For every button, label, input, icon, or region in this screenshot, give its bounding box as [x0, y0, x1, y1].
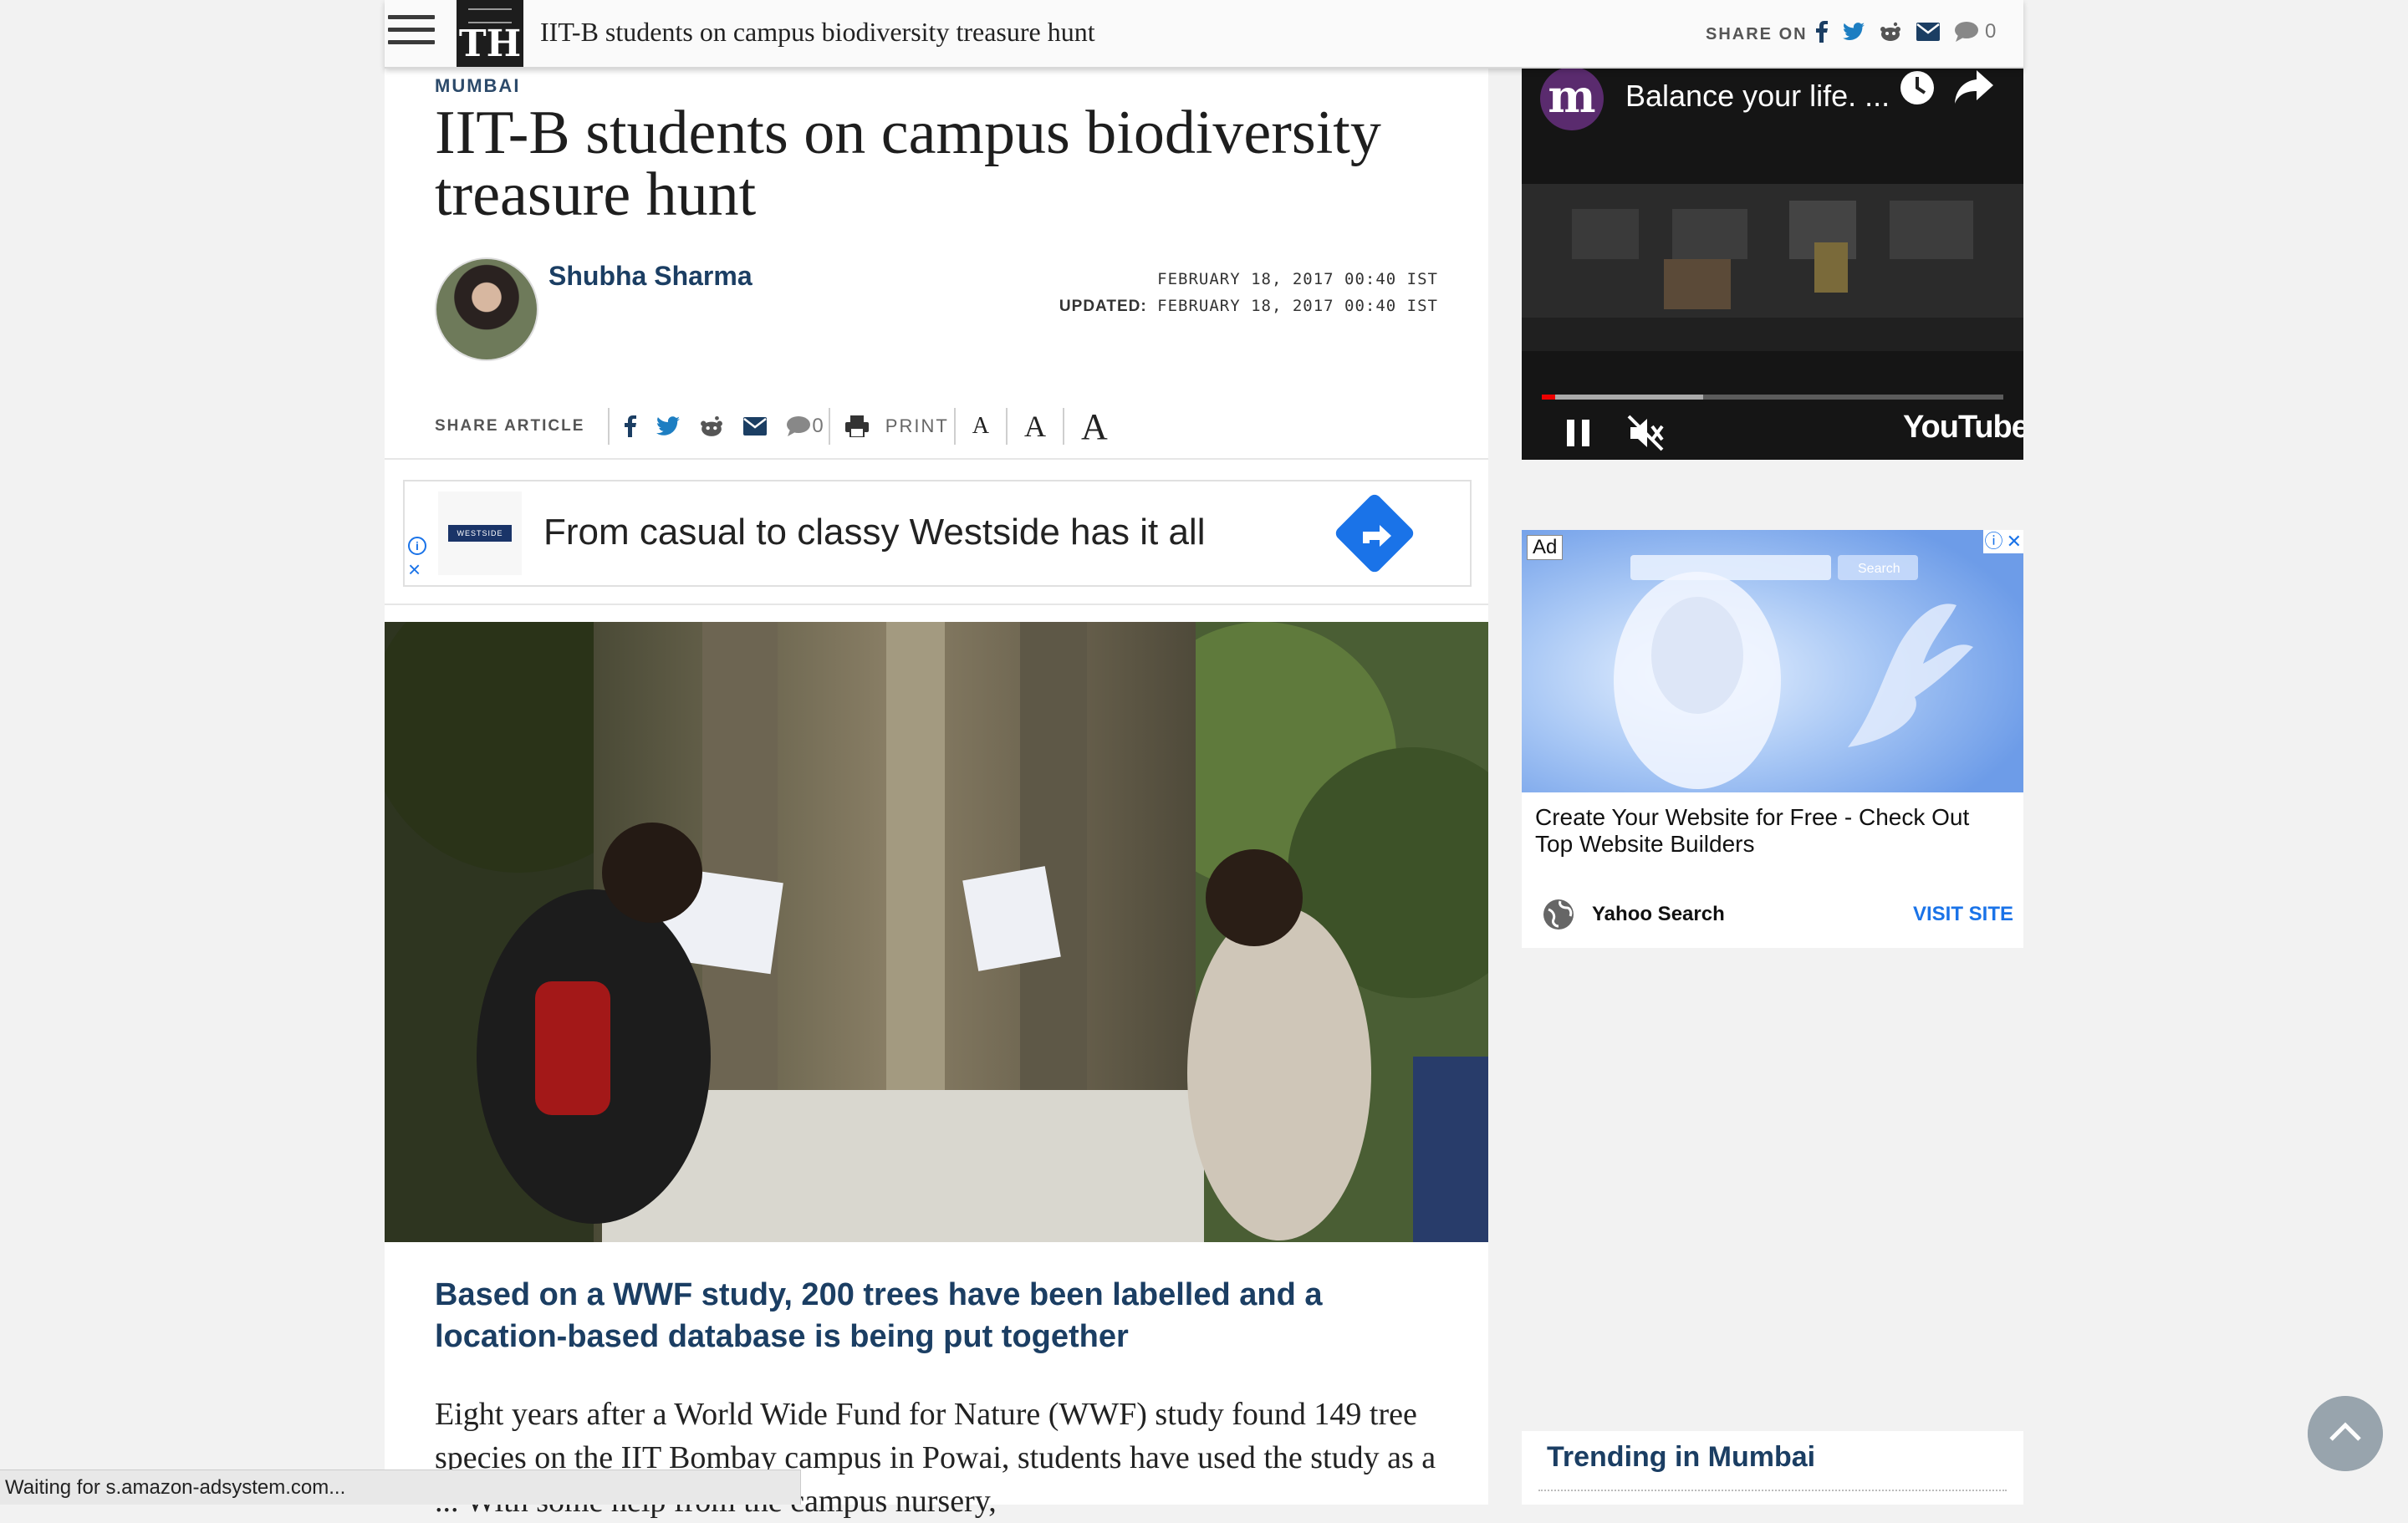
- share-on-label: SHARE ON: [1706, 25, 1808, 43]
- video-player[interactable]: m Balance your life. ... YouTube: [1522, 67, 2023, 460]
- comment-count: 0: [812, 415, 824, 437]
- ad-info-icon[interactable]: i: [408, 537, 426, 555]
- close-icon[interactable]: ✕: [2007, 532, 2022, 552]
- reddit-icon[interactable]: [1880, 22, 1901, 42]
- article-headline: IIT-B students on campus biodiversity tr…: [435, 99, 1381, 229]
- ad-title[interactable]: Create Your Website for Free - Check Out…: [1535, 804, 2012, 858]
- pause-icon[interactable]: [1565, 418, 1592, 448]
- ad-close-icon[interactable]: ×: [408, 558, 421, 580]
- updated-label: UPDATED:: [1059, 298, 1147, 315]
- divider: [1538, 1490, 2007, 1491]
- divider: [828, 408, 830, 445]
- author-name[interactable]: Shubha Sharma: [548, 261, 752, 292]
- video-frame: [1522, 67, 2023, 460]
- updated-date-row: UPDATED: FEBRUARY 18, 2017 00:40 IST: [1059, 293, 1438, 320]
- email-icon[interactable]: [1916, 23, 1940, 41]
- video-buffered: [1542, 395, 1704, 400]
- trending-widget: Trending in Mumbai: [1522, 1431, 2023, 1505]
- video-progress-bar[interactable]: [1542, 395, 2003, 400]
- article-photo: [385, 622, 1488, 1242]
- trending-title[interactable]: Trending in Mumbai: [1547, 1441, 1815, 1474]
- scroll-to-top-button[interactable]: [2308, 1396, 2383, 1471]
- video-title[interactable]: Balance your life. ...: [1625, 79, 1890, 114]
- article-dates: FEBRUARY 18, 2017 00:40 IST UPDATED: FEB…: [1059, 266, 1438, 320]
- channel-logo[interactable]: m: [1540, 67, 1604, 130]
- sticky-header: TH IIT-B students on campus biodiversity…: [385, 0, 2023, 69]
- divider: [953, 408, 956, 445]
- font-size-medium[interactable]: A: [1024, 409, 1046, 444]
- youtube-logo[interactable]: YouTube: [1903, 410, 2023, 446]
- westside-logo: WESTSIDE: [438, 492, 522, 575]
- directions-arrow-icon[interactable]: [1333, 492, 1416, 575]
- comment-icon[interactable]: [1955, 22, 1978, 42]
- watch-later-icon[interactable]: [1896, 67, 1938, 109]
- divider: [385, 604, 1488, 605]
- ad-image[interactable]: Search Ad ⓘ ✕: [1522, 530, 2023, 792]
- native-ad-banner[interactable]: i × WESTSIDE From casual to classy Wests…: [403, 480, 1472, 587]
- visit-site-button[interactable]: VISIT SITE: [1913, 903, 2013, 926]
- divider: [1006, 408, 1008, 445]
- header-article-title: IIT-B students on campus biodiversity tr…: [540, 17, 1095, 47]
- email-icon[interactable]: [743, 417, 768, 436]
- font-size-small[interactable]: A: [972, 413, 989, 440]
- twitter-icon[interactable]: [1843, 23, 1865, 41]
- divider: [385, 458, 1488, 460]
- ad-controls: ⓘ ✕: [1982, 530, 2023, 553]
- share-article-label: SHARE ARTICLE: [435, 417, 585, 435]
- site-logo[interactable]: TH: [457, 0, 523, 67]
- display-ad[interactable]: Search Ad ⓘ ✕ Create Your Website for Fr…: [1522, 530, 2023, 948]
- browser-status-bar: Waiting for s.amazon-adsystem.com...: [0, 1470, 801, 1505]
- comment-icon[interactable]: [787, 416, 811, 436]
- mute-icon[interactable]: [1627, 415, 1666, 451]
- article-summary: Based on a WWF study, 200 trees have bee…: [435, 1277, 1323, 1354]
- divider: [1063, 408, 1065, 445]
- font-size-large[interactable]: A: [1081, 405, 1108, 448]
- divider: [608, 408, 610, 445]
- ad-badge: Ad: [1527, 535, 1564, 560]
- published-date: FEBRUARY 18, 2017 00:40 IST: [1157, 270, 1438, 288]
- article-column: MUMBAI IIT-B students on campus biodiver…: [385, 67, 1488, 1519]
- updated-date: FEBRUARY 18, 2017 00:40 IST: [1157, 297, 1438, 315]
- logo-text: TH: [458, 23, 522, 65]
- share-icon[interactable]: [1953, 69, 1995, 105]
- ad-text: From casual to classy Westside has it al…: [543, 512, 1206, 553]
- ad-source: Yahoo Search: [1592, 903, 1725, 925]
- facebook-icon[interactable]: [1816, 21, 1828, 43]
- video-played: [1542, 395, 1555, 400]
- comment-count: 0: [1985, 20, 1997, 43]
- facebook-icon[interactable]: [625, 415, 637, 438]
- section-link[interactable]: MUMBAI: [435, 75, 520, 97]
- hamburger-menu-icon[interactable]: [388, 15, 435, 52]
- share-article-bar: SHARE ARTICLE 0 PRINT A A A: [435, 401, 1120, 451]
- twitter-icon[interactable]: [656, 416, 681, 436]
- adchoices-icon[interactable]: ⓘ: [1985, 532, 2003, 552]
- author-avatar[interactable]: [435, 257, 538, 361]
- ad-brand: WESTSIDE: [448, 525, 512, 542]
- print-button[interactable]: PRINT: [885, 415, 949, 437]
- globe-icon: [1543, 899, 1574, 930]
- reddit-icon[interactable]: [700, 415, 723, 437]
- print-icon[interactable]: [844, 415, 869, 437]
- header-share-icons: 0: [1816, 20, 1996, 43]
- ad-search-button-label: Search: [1858, 562, 1900, 576]
